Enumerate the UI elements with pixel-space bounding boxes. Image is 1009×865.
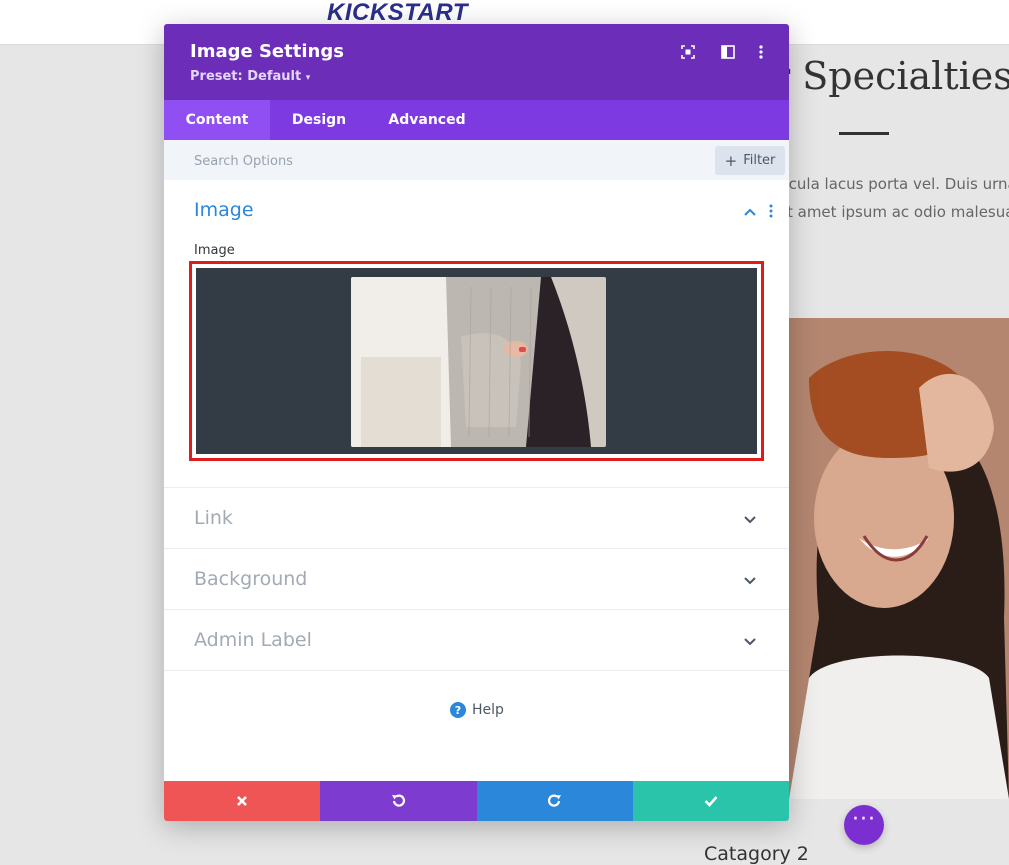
undo-icon: [392, 794, 406, 807]
search-options-bar: + Filter: [164, 140, 789, 180]
paragraph-line: sit amet ipsum ac odio malesuada: [775, 203, 1009, 221]
discard-icon: [237, 796, 248, 806]
modal-header[interactable]: Image Settings Preset: Default ▾: [164, 24, 789, 100]
heading-divider: [839, 132, 889, 135]
tab-design[interactable]: Design: [270, 100, 368, 140]
more-options-menu[interactable]: [752, 43, 770, 61]
preset-label: Preset: Default: [190, 69, 302, 84]
caret-down-icon: ▾: [305, 73, 311, 83]
save-button[interactable]: [632, 781, 789, 821]
section-divider: [164, 670, 789, 671]
page-heading: r Specialties: [772, 54, 1009, 98]
admin-label-section-toggle[interactable]: Admin Label: [194, 629, 312, 651]
page-paragraph: hicula lacus porta vel. Duis urna sit am…: [775, 170, 1009, 226]
image-section-toggle[interactable]: Image: [194, 199, 254, 221]
settings-tabs: Content Design Advanced: [164, 100, 789, 140]
woman-knit-hat-photo: [789, 318, 1009, 799]
chevron-down-icon[interactable]: [743, 634, 757, 648]
chevron-down-icon[interactable]: [743, 573, 757, 587]
more-options-button[interactable]: ···: [844, 805, 884, 845]
preset-dropdown[interactable]: Preset: Default ▾: [190, 69, 310, 84]
search-options-input[interactable]: [184, 146, 696, 176]
image-field-label: Image: [194, 243, 235, 258]
discard-button[interactable]: [164, 781, 321, 821]
redo-button[interactable]: [476, 781, 633, 821]
paragraph-line: hicula lacus porta vel. Duis urna: [775, 175, 1009, 193]
filter-button[interactable]: + Filter: [715, 146, 785, 175]
section-divider: [164, 609, 789, 610]
image-preview[interactable]: [196, 268, 757, 454]
fullscreen-icon: [681, 45, 695, 59]
chevron-down-icon[interactable]: [743, 512, 757, 526]
split-view-icon: [721, 45, 735, 59]
knit-cardigan-thumbnail: [351, 277, 606, 447]
redo-icon: [547, 794, 561, 807]
more-dots-icon: ···: [852, 807, 876, 832]
tab-content[interactable]: Content: [164, 100, 270, 140]
link-section-toggle[interactable]: Link: [194, 507, 233, 529]
fullscreen-button[interactable]: [679, 43, 697, 61]
section-divider: [164, 548, 789, 549]
site-logo[interactable]: KICKSTART: [327, 0, 468, 26]
chevron-up-icon[interactable]: [743, 205, 757, 219]
save-check-icon: [704, 796, 718, 807]
section-options-icon[interactable]: [768, 204, 774, 218]
help-icon: ?: [450, 702, 466, 718]
undo-button[interactable]: [320, 781, 477, 821]
section-divider: [164, 487, 789, 488]
split-view-button[interactable]: [719, 43, 737, 61]
modal-title: Image Settings: [190, 41, 344, 62]
image-settings-modal: Image Settings Preset: Default ▾ Content…: [164, 24, 789, 821]
help-label: Help: [472, 702, 504, 718]
tab-advanced[interactable]: Advanced: [368, 100, 486, 140]
help-link[interactable]: ? Help: [450, 702, 504, 718]
category-title: Catagory 2: [704, 843, 809, 865]
more-vertical-icon: [759, 45, 763, 59]
modal-footer: [164, 781, 789, 821]
plus-icon: +: [724, 151, 738, 170]
filter-label: Filter: [743, 153, 776, 168]
background-section-toggle[interactable]: Background: [194, 568, 307, 590]
image-upload-field[interactable]: [189, 261, 764, 461]
